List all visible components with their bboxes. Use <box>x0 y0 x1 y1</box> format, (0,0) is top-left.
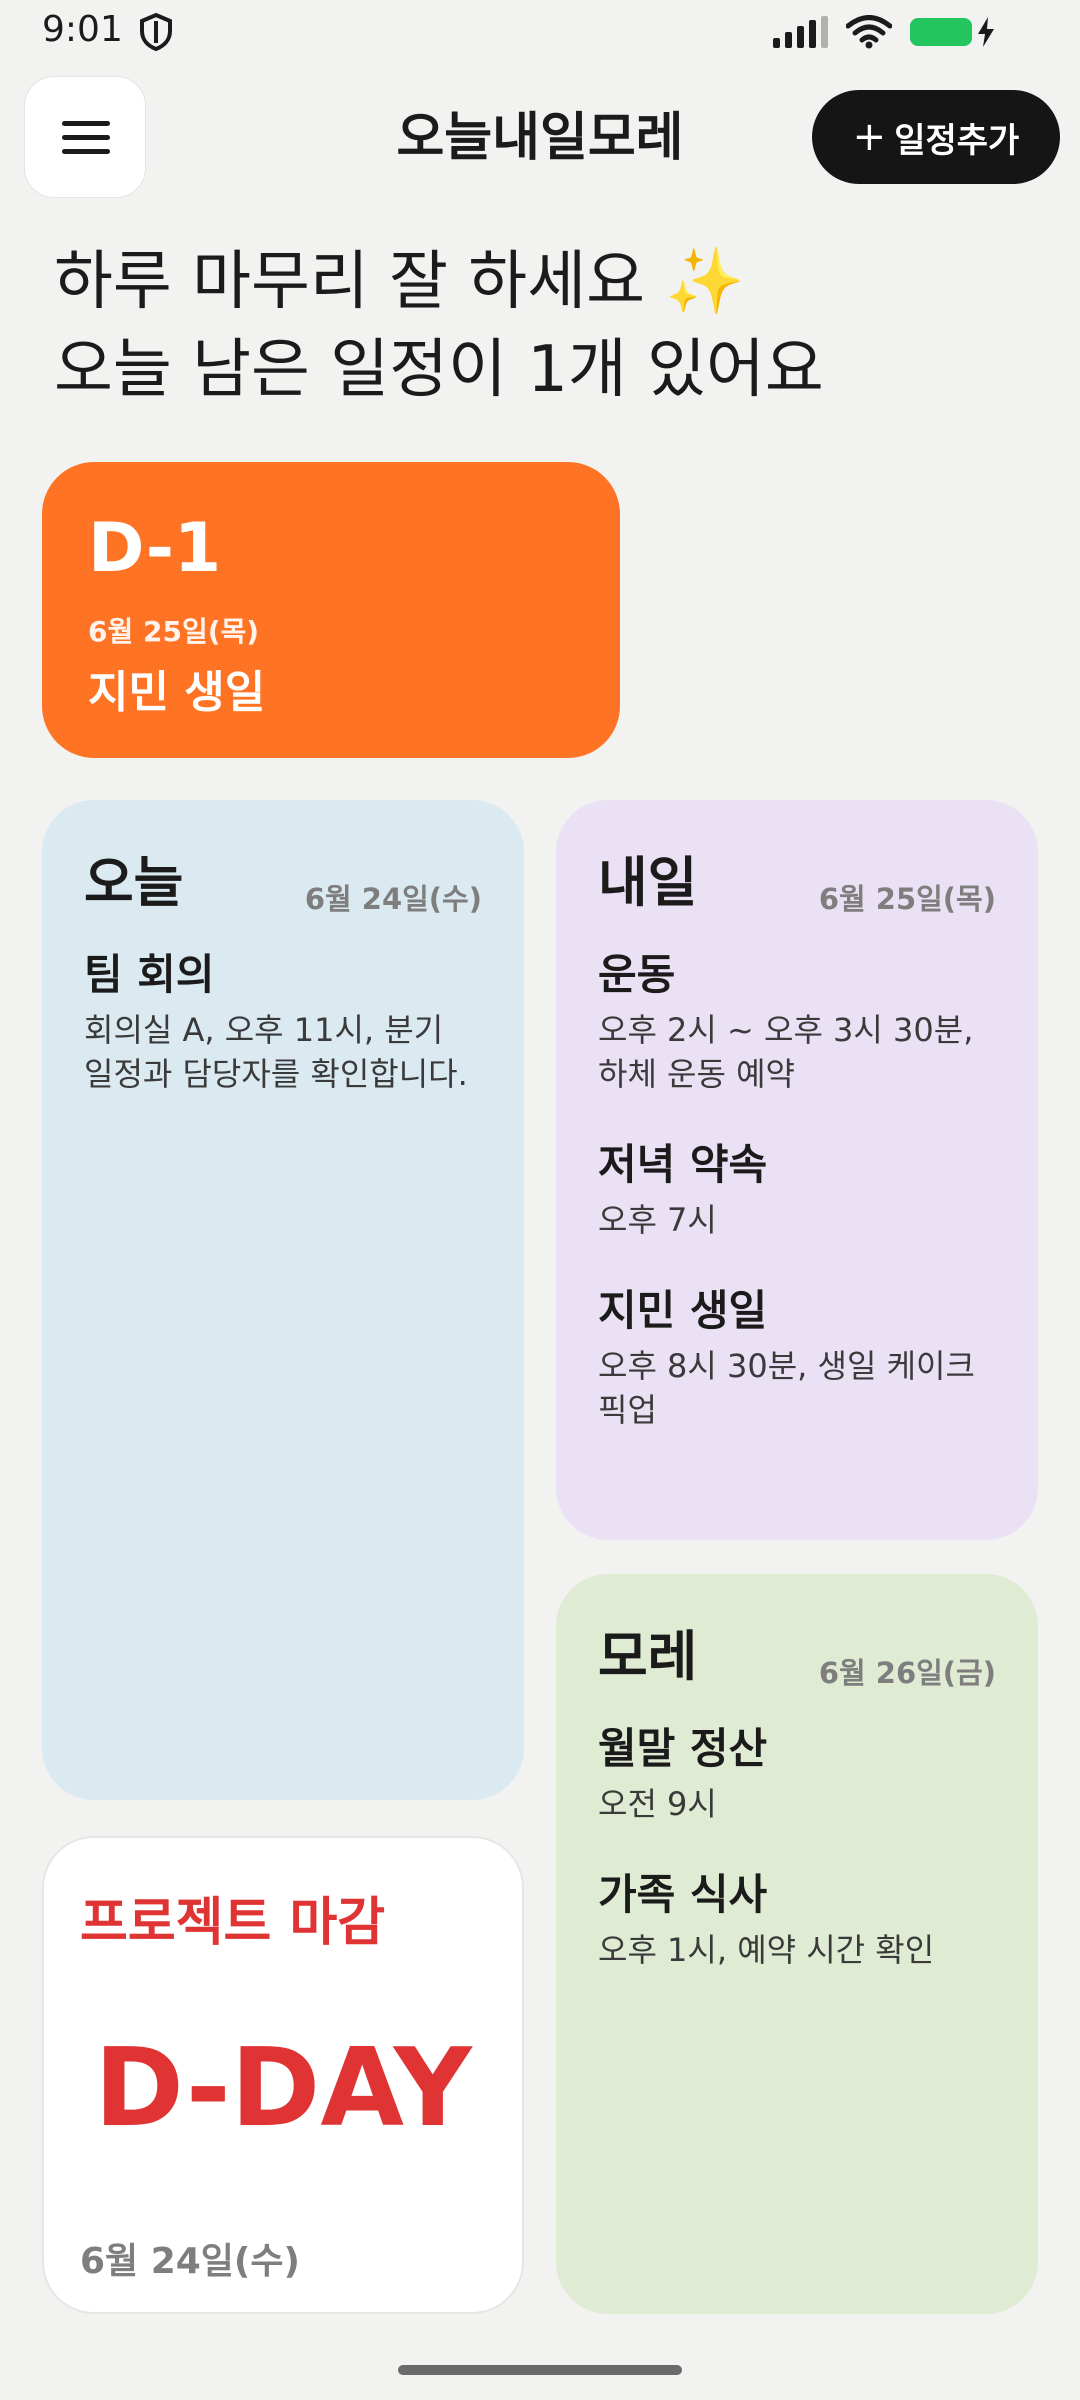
wifi-icon <box>846 15 892 49</box>
event-item[interactable]: 월말 정산 오전 9시 <box>598 1722 994 1826</box>
event-title: 팀 회의 <box>84 950 215 999</box>
event-desc: 오전 9시 <box>598 1785 717 1823</box>
event-desc: 오후 2시 ~ 오후 3시 30분, 하체 운동 예약 <box>598 1011 974 1093</box>
tomorrow-events: 운동 오후 2시 ~ 오후 3시 30분, 하체 운동 예약 저녁 약속 오후 … <box>598 948 994 1474</box>
greeting-line-1: 하루 마무리 잘 하세요 ✨ <box>54 245 745 319</box>
tomorrow-date: 6월 25일(목) <box>818 882 996 916</box>
dday-card[interactable]: D-1 6월 25일(목) 지민 생일 <box>42 462 620 758</box>
status-time: 9:01 <box>42 9 123 50</box>
tomorrow-card[interactable]: 내일 6월 25일(목) 운동 오후 2시 ~ 오후 3시 30분, 하체 운동… <box>556 800 1038 1540</box>
event-item[interactable]: 팀 회의 회의실 A, 오후 11시, 분기 일정과 담당자를 확인합니다. <box>84 948 480 1096</box>
greeting-line-2: 오늘 남은 일정이 1개 있어요 <box>54 333 824 407</box>
event-title: 월말 정산 <box>598 1724 768 1773</box>
today-date: 6월 24일(수) <box>304 882 482 916</box>
today-card[interactable]: 오늘 6월 24일(수) 팀 회의 회의실 A, 오후 11시, 분기 일정과 … <box>42 800 524 1800</box>
tomorrow-heading: 내일 <box>598 851 698 914</box>
signal-icon <box>773 16 828 48</box>
status-icons <box>773 12 996 52</box>
add-schedule-button[interactable]: + 일정추가 <box>812 90 1060 184</box>
dday-title: 지민 생일 <box>88 667 266 718</box>
home-indicator[interactable] <box>398 2365 682 2375</box>
day-after-events: 월말 정산 오전 9시 가족 식사 오후 1시, 예약 시간 확인 <box>598 1722 994 2014</box>
event-title: 가족 식사 <box>598 1870 768 1919</box>
day-after-card[interactable]: 모레 6월 26일(금) 월말 정산 오전 9시 가족 식사 오후 1시, 예약… <box>556 1574 1038 2314</box>
shield-icon <box>140 12 172 52</box>
event-item[interactable]: 가족 식사 오후 1시, 예약 시간 확인 <box>598 1868 994 1972</box>
battery-icon <box>910 18 972 46</box>
dday-date: 6월 25일(목) <box>88 615 260 648</box>
day-after-date: 6월 26일(금) <box>818 1656 996 1690</box>
event-title: 지민 생일 <box>598 1286 768 1335</box>
day-after-heading: 모레 <box>598 1625 698 1688</box>
event-desc: 오후 7시 <box>598 1201 717 1239</box>
event-item[interactable]: 저녁 약속 오후 7시 <box>598 1138 994 1242</box>
dday-countdown: D-1 <box>88 509 222 588</box>
project-deadline-card[interactable]: 프로젝트 마감 D-DAY 6월 24일(수) <box>42 1836 524 2314</box>
event-desc: 회의실 A, 오후 11시, 분기 일정과 담당자를 확인합니다. <box>84 1011 468 1093</box>
project-title: 프로젝트 마감 <box>80 1893 386 1953</box>
event-desc: 오후 1시, 예약 시간 확인 <box>598 1931 935 1969</box>
add-schedule-label: 일정추가 <box>894 120 1020 161</box>
today-heading: 오늘 <box>84 851 184 914</box>
event-title: 저녁 약속 <box>598 1140 768 1189</box>
today-events: 팀 회의 회의실 A, 오후 11시, 분기 일정과 담당자를 확인합니다. <box>84 948 480 1138</box>
greeting: 하루 마무리 잘 하세요 ✨ 오늘 남은 일정이 1개 있어요 <box>54 238 824 414</box>
project-date: 6월 24일(수) <box>80 2241 300 2282</box>
event-desc: 오후 8시 30분, 생일 케이크 픽업 <box>598 1347 975 1429</box>
plus-icon: + <box>852 114 887 160</box>
project-countdown: D-DAY <box>94 2026 472 2151</box>
event-item[interactable]: 지민 생일 오후 8시 30분, 생일 케이크 픽업 <box>598 1284 994 1432</box>
event-item[interactable]: 운동 오후 2시 ~ 오후 3시 30분, 하체 운동 예약 <box>598 948 994 1096</box>
event-title: 운동 <box>598 950 676 999</box>
charging-icon <box>978 17 994 47</box>
